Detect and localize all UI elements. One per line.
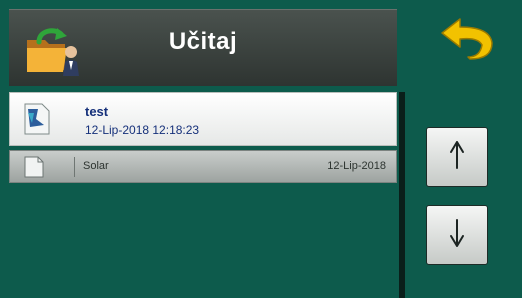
- arrow-down-icon: [447, 218, 467, 253]
- file-row-test[interactable]: test 12-Lip-2018 12:18:23: [9, 92, 397, 146]
- page-title: Učitaj: [168, 28, 238, 55]
- header-bar: Učitaj: [9, 9, 397, 86]
- back-arrow-icon: [434, 15, 496, 66]
- scroll-down-button[interactable]: [426, 205, 488, 265]
- file-date: 12-Lip-2018: [327, 160, 386, 172]
- load-screen: Učitaj test 12-Lip-2018 12:18:23 Solar 1…: [0, 0, 522, 298]
- scroll-up-button[interactable]: [426, 127, 488, 187]
- back-button[interactable]: [432, 12, 498, 68]
- file-icon: [24, 103, 50, 135]
- row-separator: [74, 157, 75, 177]
- file-date: 12-Lip-2018 12:18:23: [85, 123, 200, 137]
- arrow-up-icon: [447, 140, 467, 175]
- file-name: test: [85, 104, 109, 119]
- file-name: Solar: [83, 160, 109, 172]
- column-divider: [399, 92, 405, 298]
- file-icon: [24, 156, 44, 178]
- file-row-solar[interactable]: Solar 12-Lip-2018: [9, 150, 397, 183]
